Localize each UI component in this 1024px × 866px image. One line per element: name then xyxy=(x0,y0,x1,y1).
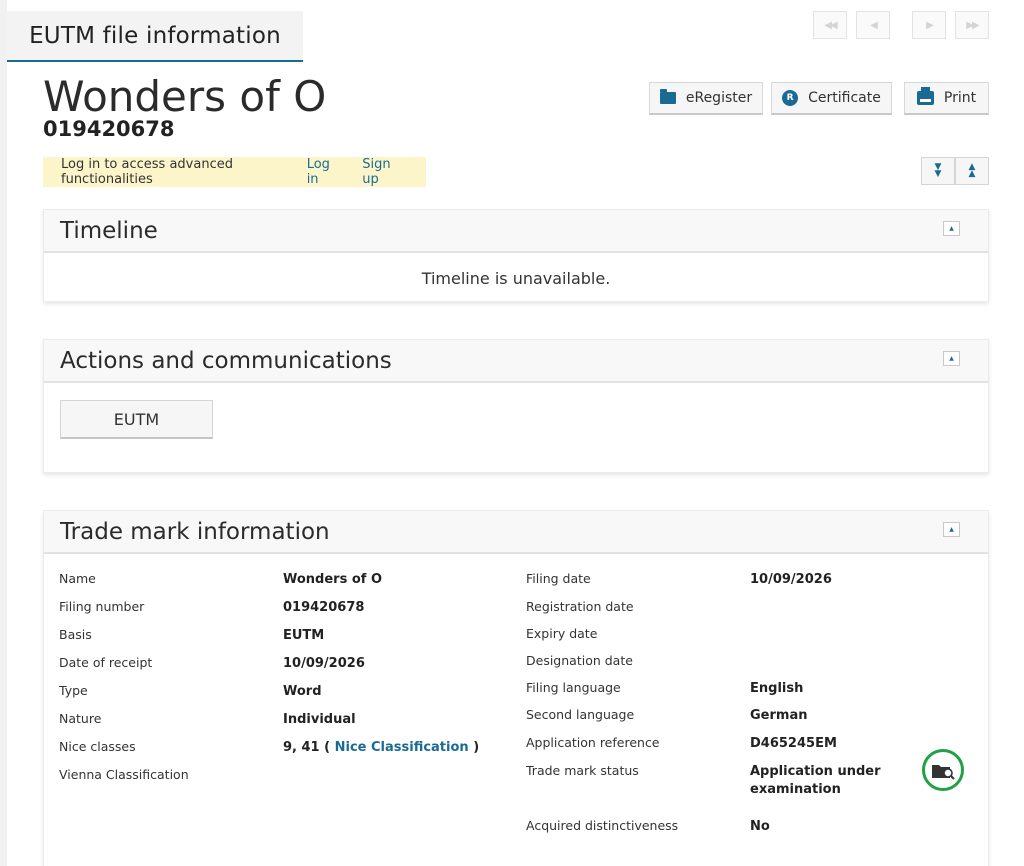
nice-classes-numbers: 9, 41 ( xyxy=(283,740,331,755)
trade-mark-section: Trade mark information ▲ Name Wonders of… xyxy=(43,510,989,866)
double-chevron-down-icon: ▼ ▼ xyxy=(934,162,942,179)
actions-header: Actions and communications ▲ xyxy=(44,340,988,383)
caret-up-icon: ▲ xyxy=(949,526,954,533)
tab-header-title: EUTM file information xyxy=(29,22,281,49)
caret-up-icon: ▲ xyxy=(949,355,954,362)
filing-date-value: 10/09/2026 xyxy=(750,572,832,587)
acquired-distinctiveness-value: No xyxy=(750,819,770,834)
basis-value: EUTM xyxy=(283,628,325,643)
eutm-button[interactable]: EUTM xyxy=(60,400,213,439)
second-language-label: Second language xyxy=(526,707,635,722)
first-record-button[interactable]: ◀◀ xyxy=(813,11,847,39)
timeline-section: Timeline ▲ Timeline is unavailable. xyxy=(43,209,989,302)
basis-label: Basis xyxy=(59,627,92,642)
application-reference-label: Application reference xyxy=(526,735,660,750)
application-reference-value: D465245EM xyxy=(750,736,837,751)
last-record-button[interactable]: ▶▶ xyxy=(955,11,989,39)
filing-language-label: Filing language xyxy=(526,680,621,695)
nice-classification-link[interactable]: Nice Classification xyxy=(335,740,469,755)
printer-icon xyxy=(916,87,934,105)
designation-date-label: Designation date xyxy=(526,653,633,668)
type-label: Type xyxy=(59,683,88,698)
type-value: Word xyxy=(283,684,322,699)
chevron-left-icon: ◀ xyxy=(870,19,878,31)
nice-classes-label: Nice classes xyxy=(59,739,136,754)
left-rail xyxy=(0,0,7,866)
actions-title: Actions and communications xyxy=(60,348,392,374)
expiry-date-label: Expiry date xyxy=(526,626,598,641)
caret-up-icon: ▲ xyxy=(949,225,954,232)
signup-link[interactable]: Sign up xyxy=(362,157,403,187)
trade-mark-header: Trade mark information ▲ xyxy=(44,511,988,554)
second-language-value: German xyxy=(750,708,808,723)
expand-collapse-group: ▼ ▼ ▲ ▲ xyxy=(921,157,989,185)
folder-icon xyxy=(659,89,676,104)
trade-mark-status-value: Application under examination xyxy=(750,763,881,799)
status-line-1: Application under xyxy=(750,764,881,779)
login-link[interactable]: Log in xyxy=(307,157,340,187)
trade-mark-collapse-button[interactable]: ▲ xyxy=(943,522,960,537)
previous-record-button[interactable]: ◀ xyxy=(856,11,890,39)
double-chevron-left-icon: ◀◀ xyxy=(824,19,837,31)
acquired-distinctiveness-label: Acquired distinctiveness xyxy=(526,818,679,833)
nice-classes-suffix: ) xyxy=(473,740,480,755)
eregister-button[interactable]: eRegister xyxy=(649,82,763,115)
actions-section: Actions and communications ▲ EUTM xyxy=(43,339,989,473)
nice-classes-value: 9, 41 ( Nice Classification ) xyxy=(283,739,479,757)
next-record-button[interactable]: ▶ xyxy=(912,11,946,39)
filing-number-label: Filing number xyxy=(59,599,145,614)
registered-icon: R xyxy=(782,90,799,106)
filing-number-value: 019420678 xyxy=(283,600,365,615)
eregister-label: eRegister xyxy=(685,90,753,106)
print-button[interactable]: Print xyxy=(904,82,989,115)
expand-all-button[interactable]: ▼ ▼ xyxy=(921,157,955,185)
chevron-right-icon: ▶ xyxy=(926,19,934,31)
nature-value: Individual xyxy=(283,712,356,727)
timeline-message: Timeline is unavailable. xyxy=(421,269,611,288)
status-line-2: examination xyxy=(750,782,841,797)
timeline-header: Timeline ▲ xyxy=(44,210,988,253)
double-chevron-right-icon: ▶▶ xyxy=(966,19,979,31)
folder-search-icon xyxy=(932,765,955,780)
vienna-classification-label: Vienna Classification xyxy=(59,767,189,782)
date-of-receipt-value: 10/09/2026 xyxy=(283,656,365,671)
tab-header: EUTM file information xyxy=(7,11,303,62)
date-of-receipt-label: Date of receipt xyxy=(59,655,153,670)
timeline-title: Timeline xyxy=(60,218,158,244)
name-value: Wonders of O xyxy=(283,572,383,587)
print-label: Print xyxy=(943,90,977,106)
certificate-button[interactable]: R Certificate xyxy=(771,82,892,115)
actions-collapse-button[interactable]: ▲ xyxy=(943,351,960,366)
page-title: Wonders of O xyxy=(43,72,327,121)
trade-mark-title: Trade mark information xyxy=(60,519,330,545)
double-chevron-up-icon: ▲ ▲ xyxy=(968,162,976,179)
registration-date-label: Registration date xyxy=(526,599,634,614)
login-message: Log in to access advanced functionalitie… xyxy=(61,157,233,187)
status-badge xyxy=(922,749,964,791)
filing-date-label: Filing date xyxy=(526,571,591,586)
certificate-label: Certificate xyxy=(808,90,881,106)
timeline-collapse-button[interactable]: ▲ xyxy=(943,221,960,236)
trade-mark-status-label: Trade mark status xyxy=(526,763,639,778)
nav-group-back: ◀◀ ◀ xyxy=(813,11,890,39)
login-banner: Log in to access advanced functionalitie… xyxy=(43,157,426,187)
name-label: Name xyxy=(59,571,96,586)
collapse-all-button[interactable]: ▲ ▲ xyxy=(955,157,989,185)
filing-language-value: English xyxy=(750,681,804,696)
filing-number-heading: 019420678 xyxy=(43,117,175,141)
nav-group-forward: ▶ ▶▶ xyxy=(912,11,989,39)
nature-label: Nature xyxy=(59,711,102,726)
